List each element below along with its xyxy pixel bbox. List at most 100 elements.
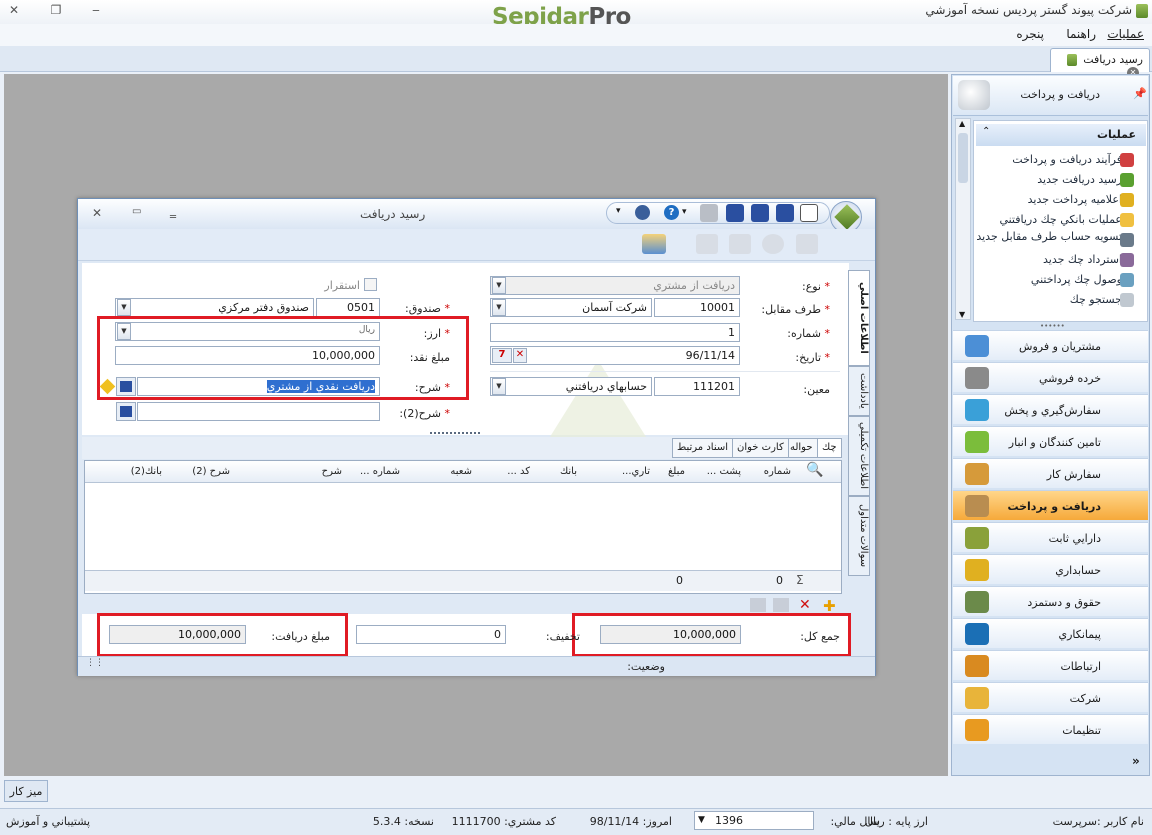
dialog-restore-button[interactable]: ▭ [132, 206, 141, 217]
nav-item[interactable]: دريافت و پرداخت [953, 490, 1148, 520]
nav-item[interactable]: سفارش كار [953, 458, 1148, 488]
ops-item[interactable]: اعلاميه پرداخت جديد [952, 194, 1122, 206]
ops-item[interactable]: رسيد دريافت جديد [952, 174, 1122, 186]
counterparty-name-field[interactable]: شرکت آسمان [490, 298, 652, 317]
delete-row-icon[interactable]: ✕ [799, 597, 811, 613]
restore-window-button[interactable]: ❐ [46, 3, 66, 19]
menu-operations[interactable]: عمليات [1107, 27, 1144, 41]
ops-item[interactable]: فرآيند دريافت و پرداخت [952, 154, 1122, 166]
tab-notes[interactable]: يادداشت [848, 366, 870, 416]
col-bank2[interactable]: بانك(2) [110, 466, 162, 477]
more-modules-icon[interactable]: » [1132, 754, 1140, 768]
counterparty-code-field[interactable]: 10001 [654, 298, 740, 317]
nav-item[interactable]: دارايي ثابت [953, 522, 1148, 552]
fiscal-year-dropdown-icon[interactable]: ▼ [698, 815, 705, 825]
col-branch[interactable]: شعبه [420, 466, 472, 477]
menu-help[interactable]: راهنما [1066, 27, 1096, 41]
nav-item[interactable]: حقوق و دستمزد [953, 586, 1148, 616]
nav-item[interactable]: شركت [953, 682, 1148, 712]
nav-item[interactable]: خرده فروشي [953, 362, 1148, 392]
resize-grip-icon[interactable]: ⋮⋮ [86, 658, 104, 668]
scroll-down-icon[interactable]: ▼ [959, 310, 965, 319]
save-desc-icon[interactable] [116, 377, 136, 396]
close-window-button[interactable]: ✕ [4, 3, 24, 19]
col-number2[interactable]: شماره ... [340, 466, 400, 477]
fund-dropdown-icon[interactable]: ▼ [117, 299, 131, 316]
first-record-icon[interactable] [696, 234, 718, 254]
support-link[interactable]: پشتيباني و آموزش [6, 815, 90, 828]
type-dropdown-icon[interactable]: ▼ [492, 277, 506, 294]
nav-item[interactable]: مشتريان و فروش [953, 330, 1148, 360]
nav-item[interactable]: سفارش‌گيري و پخش [953, 394, 1148, 424]
clear-date-icon[interactable]: ✕ [513, 348, 527, 363]
delete-record-icon[interactable] [762, 234, 784, 254]
account-code-field[interactable]: 111201 [654, 377, 740, 396]
save-new-icon[interactable] [751, 204, 769, 222]
compass-icon[interactable] [635, 205, 650, 220]
date-field[interactable]: 96/11/14 [490, 346, 740, 365]
col-back[interactable]: پشت ... [689, 466, 741, 477]
splitter-handle[interactable] [430, 432, 480, 436]
desc2-field[interactable] [137, 402, 380, 421]
print-icon[interactable] [700, 204, 718, 222]
type-select[interactable]: دريافت از مشتري [490, 276, 740, 295]
move-down-icon[interactable] [750, 598, 766, 612]
scroll-up-icon[interactable]: ▲ [959, 119, 965, 128]
col-bank[interactable]: بانك [537, 466, 577, 477]
currency-dropdown-icon[interactable]: ▼ [117, 323, 131, 340]
account-name-field[interactable]: حسابهاي دريافتني [490, 377, 652, 396]
settle-checkbox[interactable] [364, 278, 377, 291]
col-number[interactable]: شماره [746, 466, 791, 477]
cash-field[interactable]: 10,000,000 [115, 346, 380, 365]
help-dropdown[interactable]: ▾ [682, 207, 687, 217]
tab-related-docs[interactable]: اسناد مرتبط [672, 438, 734, 458]
fiscal-year-select[interactable]: 1396 [694, 811, 814, 830]
discount-field[interactable]: 0 [356, 625, 506, 644]
nav-item[interactable]: ارتباطات [953, 650, 1148, 680]
ops-item[interactable]: وصول چك پرداختني [952, 274, 1122, 286]
dialog-close-button[interactable]: ✕ [92, 206, 102, 220]
counterparty-dropdown-icon[interactable]: ▼ [492, 299, 506, 316]
col-desc2[interactable]: شرح (2) [180, 466, 230, 477]
minimize-window-button[interactable]: ‒ [86, 3, 106, 19]
tab-card-reader[interactable]: كارت خوان [732, 438, 789, 458]
col-date[interactable]: تاري... [600, 466, 650, 477]
desc-field[interactable]: دريافت نقدي از مشتري [137, 377, 380, 396]
tab-main-info[interactable]: اطلاعات اصلي [848, 270, 870, 366]
accounting-voucher-icon[interactable] [642, 234, 666, 254]
fund-code-field[interactable]: 0501 [316, 298, 380, 317]
account-dropdown-icon[interactable]: ▼ [492, 378, 506, 395]
dialog-minimize-button[interactable]: ‗ [170, 204, 176, 218]
nav-item[interactable]: حسابداري [953, 554, 1148, 584]
number-field[interactable]: 1 [490, 323, 740, 342]
save-icon[interactable] [776, 204, 794, 222]
move-up-icon[interactable] [773, 598, 789, 612]
col-desc[interactable]: شرح [300, 466, 342, 477]
help-icon[interactable]: ? [664, 205, 679, 220]
fund-name-field[interactable]: صندوق دفتر مرکزي [115, 298, 314, 317]
new-document-icon[interactable] [800, 204, 818, 222]
calendar-icon[interactable]: 7 [492, 348, 512, 363]
ops-item[interactable]: تسويه حساب طرف مقابل جديد [952, 231, 1122, 243]
search-icon[interactable]: 🔍 [806, 462, 823, 478]
ops-item[interactable]: استرداد چك جديد [952, 254, 1122, 266]
save-close-icon[interactable] [726, 204, 744, 222]
new-record-icon[interactable] [796, 234, 818, 254]
ops-item[interactable]: عمليات بانكي چك دريافتني [952, 214, 1122, 226]
save-desc2-icon[interactable] [116, 402, 136, 421]
currency-select[interactable]: ريال [115, 322, 380, 341]
menu-window[interactable]: پنجره [1016, 27, 1044, 41]
nav-item[interactable]: تامين كنندگان و انبار [953, 426, 1148, 456]
nav-item[interactable]: تنظيمات [953, 714, 1148, 744]
collapse-icon[interactable]: ⌃ [982, 126, 990, 137]
ops-item[interactable]: جستجو چك [952, 294, 1122, 306]
tab-receipt[interactable]: رسيد دريافت ✕ [1050, 48, 1150, 79]
previous-record-icon[interactable] [729, 234, 751, 254]
pin-icon[interactable]: 📌 [1133, 87, 1147, 100]
toolbar-dropdown[interactable]: ▾ [616, 206, 621, 216]
desk-button[interactable]: ميز كار [4, 780, 48, 802]
tab-cheque[interactable]: چك [817, 438, 842, 458]
tab-extra-info[interactable]: اطلاعات تكميلي [848, 416, 870, 496]
nav-item[interactable]: پيمانكاري [953, 618, 1148, 648]
tab-faq[interactable]: سوالات متداول [848, 496, 870, 576]
